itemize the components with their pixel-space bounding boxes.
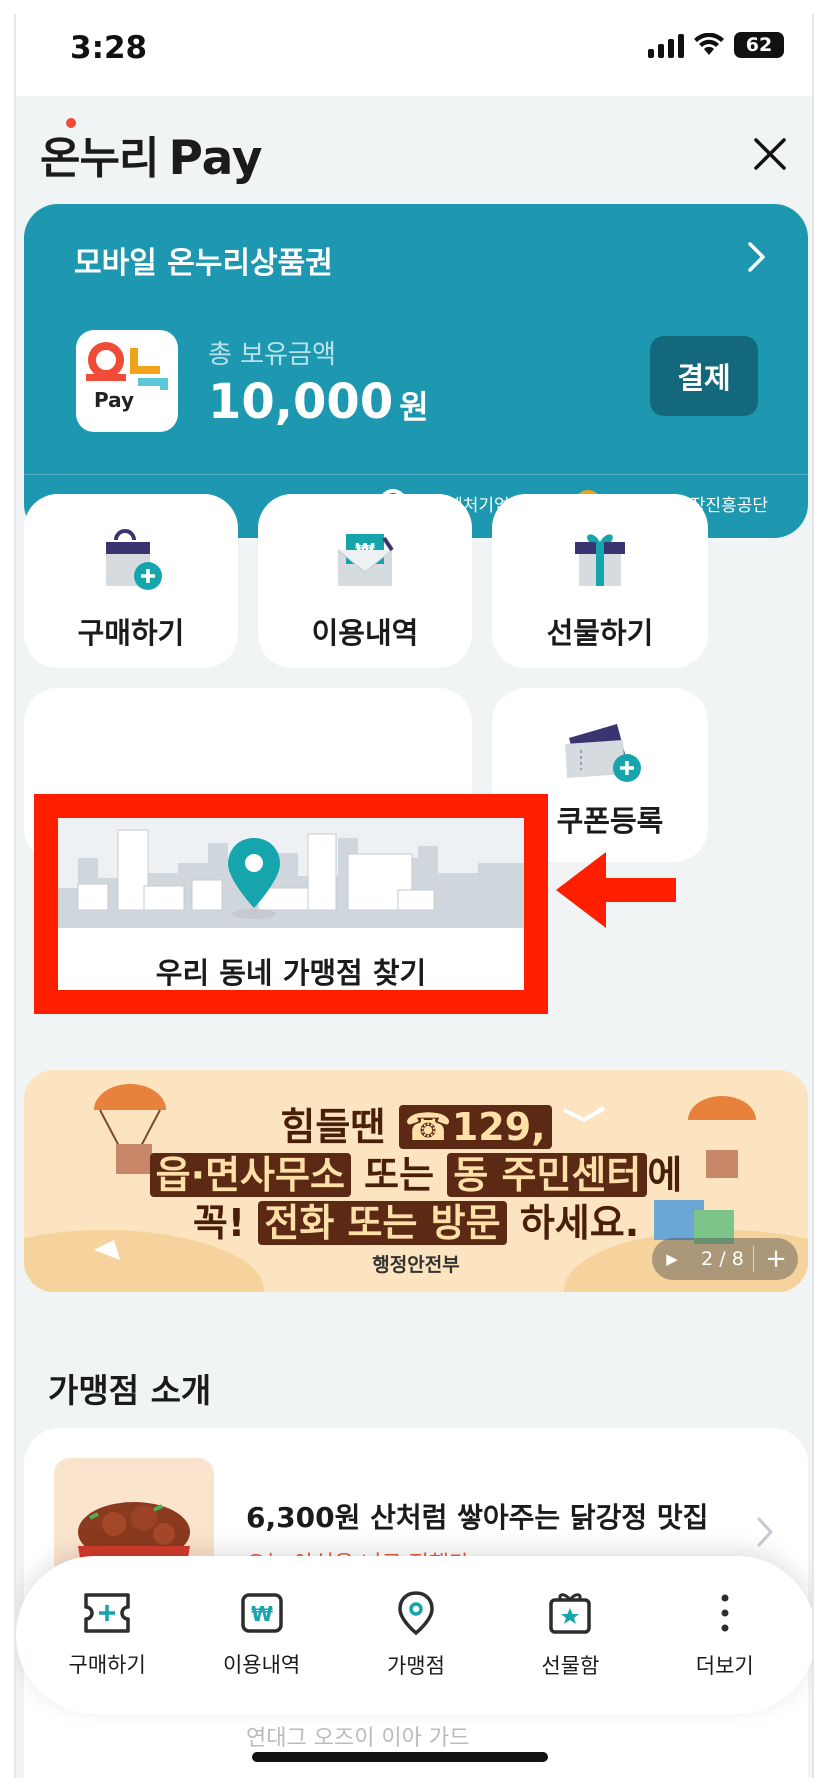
balance-amount: 10,000 원	[208, 374, 429, 430]
play-icon[interactable]: ▶	[652, 1250, 692, 1268]
red-arrow-annotation	[556, 852, 676, 928]
next-store-peek: 연대그 오즈이 이아 가드	[246, 1726, 470, 1751]
coupon-plus-icon	[565, 724, 641, 782]
nav-buy[interactable]: 구매하기	[37, 1591, 177, 1679]
gift-label: 선물하기	[546, 616, 654, 650]
balance-label: 총 보유금액	[208, 340, 336, 370]
section-title: 가맹점 소개	[48, 1371, 212, 1410]
onnuri-app-logo: Pay	[76, 330, 178, 432]
onnuri-pay-logo: 온누리 Pay	[40, 118, 263, 186]
svg-text:₩: ₩	[251, 1602, 273, 1626]
battery-indicator: 62	[734, 32, 784, 58]
chevron-right-icon[interactable]	[756, 1516, 774, 1548]
nav-more-label: 더보기	[695, 1654, 754, 1678]
card-title: 모바일 온누리상품권	[74, 246, 333, 281]
plus-icon[interactable]: +	[754, 1244, 798, 1274]
banner-pager: ▶ 2 / 8 +	[652, 1238, 798, 1280]
shopping-bag-plus-icon	[106, 529, 162, 590]
find-store-label: 우리 동네 가맹점 찾기	[155, 956, 427, 990]
won-icon: ₩	[240, 1593, 283, 1633]
app-header: 온누리 Pay	[16, 96, 812, 202]
pager-count: 2 / 8	[701, 1248, 744, 1270]
voucher-balance-card[interactable]: 모바일 온누리상품권 Pay 총 보유금액 10,000 원 결제 중소벤처기업…	[24, 204, 808, 538]
find-nearby-store-button[interactable]: 우리 동네 가맹점 찾기	[34, 794, 548, 1014]
ticket-plus-icon	[84, 1593, 130, 1633]
cellular-signal-icon	[648, 32, 684, 58]
status-icons: 62	[648, 32, 784, 58]
banner-text-2b: 또는	[364, 1153, 435, 1197]
gift-star-icon	[549, 1593, 592, 1634]
bottom-navigation: 구매하기 ₩ 이용내역 가맹점 선물함 더보기	[16, 1556, 812, 1714]
wifi-icon	[694, 33, 724, 55]
envelope-won-icon: ₩	[337, 534, 394, 586]
close-icon[interactable]	[750, 134, 790, 174]
status-bar: 3:28 62	[16, 14, 812, 96]
banner-line-2: 읍·면사무소 또는 동 주민센터 에	[24, 1144, 808, 1199]
buy-tile[interactable]: 구매하기	[24, 494, 238, 668]
logo-pay-text: Pay	[168, 131, 263, 186]
app-screen: 3:28 62 온누리 Pay 모바일 온누리상품권 Pay 총 보유금액 10…	[14, 14, 814, 1778]
logo-dot	[66, 118, 76, 128]
banner-text-3c: 하세요.	[519, 1201, 640, 1245]
nav-stores[interactable]: 가맹점	[346, 1590, 486, 1680]
status-time: 3:28	[70, 30, 148, 66]
banner-line-1: 힘들땐 ☎129,	[24, 1096, 808, 1151]
banner-text-2d: 에	[647, 1153, 683, 1197]
balance-value: 10,000	[208, 374, 394, 430]
gift-tile[interactable]: 선물하기	[492, 494, 708, 668]
nav-history[interactable]: ₩ 이용내역	[192, 1591, 332, 1679]
city-skyline-illustration	[58, 818, 524, 928]
home-indicator[interactable]	[252, 1752, 548, 1762]
balance-unit: 원	[399, 388, 429, 426]
chevron-right-icon[interactable]	[746, 240, 768, 274]
card-divider	[24, 474, 808, 475]
banner-text-2a: 읍·면사무소	[149, 1153, 351, 1197]
banner-text-1a: 힘들땐	[280, 1105, 386, 1149]
pay-button[interactable]: 결제	[650, 336, 758, 416]
history-label: 이용내역	[311, 616, 419, 650]
more-vertical-icon	[721, 1594, 729, 1632]
logo-pay-label: Pay	[94, 388, 135, 412]
nav-history-label: 이용내역	[222, 1653, 301, 1677]
banner-ministry-text: 행정안전부	[372, 1254, 460, 1276]
banner-phone: ☎129,	[398, 1105, 552, 1149]
logo-korean-text: 온누리	[40, 133, 159, 184]
onnuri-logo-mark	[86, 342, 168, 390]
history-tile[interactable]: ₩ 이용내역	[258, 494, 472, 668]
gift-box-icon	[575, 534, 625, 586]
banner-text-3a: 꼭!	[192, 1201, 246, 1245]
nav-giftbox[interactable]: 선물함	[500, 1590, 640, 1680]
buy-label: 구매하기	[77, 616, 185, 650]
nav-stores-label: 가맹점	[386, 1654, 445, 1678]
nav-giftbox-label: 선물함	[541, 1654, 600, 1678]
store-title: 6,300원 산처럼 쌓아주는 닭강정 맛집	[246, 1501, 709, 1534]
promo-banner[interactable]: 힘들땐 ☎129, 읍·면사무소 또는 동 주민센터 에 꼭! 전화 또는 방문 …	[24, 1070, 808, 1292]
nav-buy-label: 구매하기	[68, 1653, 146, 1677]
banner-text-2c: 동 주민센터	[447, 1153, 648, 1197]
nav-more[interactable]: 더보기	[655, 1590, 795, 1680]
banner-text-3b: 전화 또는 방문	[258, 1201, 507, 1245]
location-pin-icon	[398, 1591, 434, 1636]
